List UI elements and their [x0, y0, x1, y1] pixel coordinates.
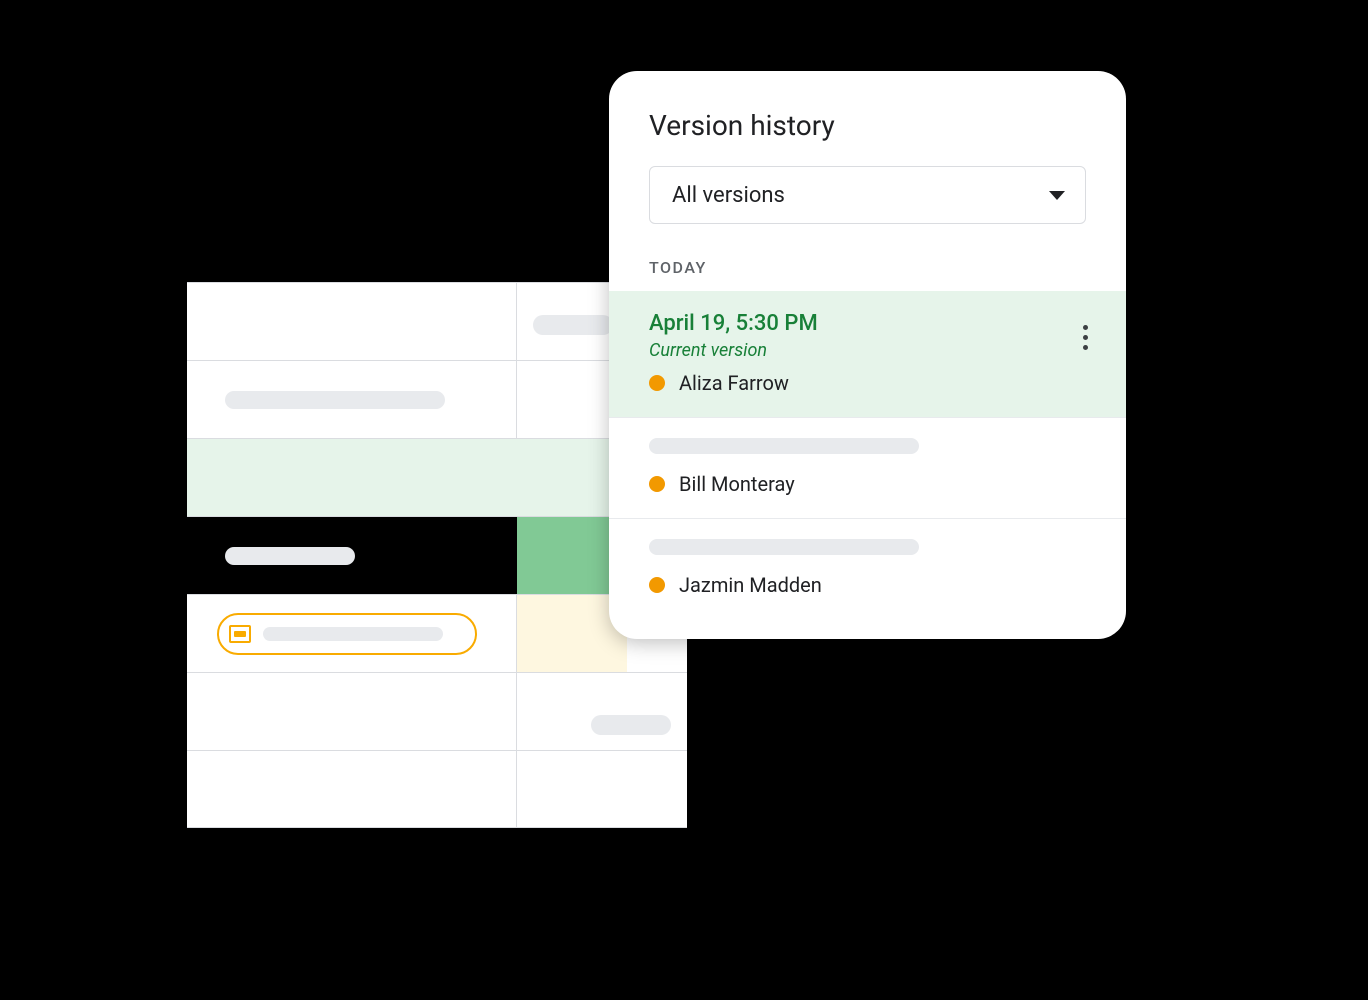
editor-color-dot — [649, 476, 665, 492]
editor-name: Bill Monteray — [679, 472, 795, 496]
skeleton-text — [225, 547, 355, 565]
editor-row: Jazmin Madden — [649, 573, 1086, 597]
chevron-down-icon — [1049, 191, 1065, 200]
skeleton-text — [263, 627, 443, 641]
decorative-pill — [533, 315, 613, 335]
version-subtitle: Current version — [649, 340, 1086, 361]
cell-separator — [516, 673, 517, 750]
editor-name: Jazmin Madden — [679, 573, 822, 597]
version-history-panel: Version history All versions TODAY April… — [609, 71, 1126, 639]
editor-color-dot — [649, 577, 665, 593]
panel-title: Version history — [649, 109, 1086, 142]
skeleton-text — [225, 391, 445, 409]
section-label-today: TODAY — [609, 246, 1126, 277]
cell-separator — [516, 361, 517, 438]
dropdown-label: All versions — [672, 183, 785, 208]
more-options-icon[interactable] — [1077, 319, 1094, 356]
decorative-pill — [591, 715, 671, 735]
slides-chip — [217, 613, 477, 655]
cell-separator — [516, 751, 517, 827]
versions-dropdown[interactable]: All versions — [649, 166, 1086, 224]
version-item[interactable]: Jazmin Madden — [609, 519, 1126, 619]
slides-icon — [229, 625, 251, 643]
version-item[interactable]: Bill Monteray — [609, 418, 1126, 519]
editor-row: Aliza Farrow — [649, 371, 1086, 395]
bg-row — [187, 750, 687, 828]
skeleton-timestamp — [649, 438, 919, 454]
editor-color-dot — [649, 375, 665, 391]
panel-header: Version history All versions — [609, 71, 1126, 246]
editor-name: Aliza Farrow — [679, 371, 789, 395]
version-timestamp: April 19, 5:30 PM — [649, 311, 1086, 336]
skeleton-timestamp — [649, 539, 919, 555]
editor-row: Bill Monteray — [649, 472, 1086, 496]
version-item-current[interactable]: April 19, 5:30 PM Current version Aliza … — [609, 291, 1126, 418]
cell-separator — [516, 283, 517, 360]
bg-row — [187, 672, 687, 750]
